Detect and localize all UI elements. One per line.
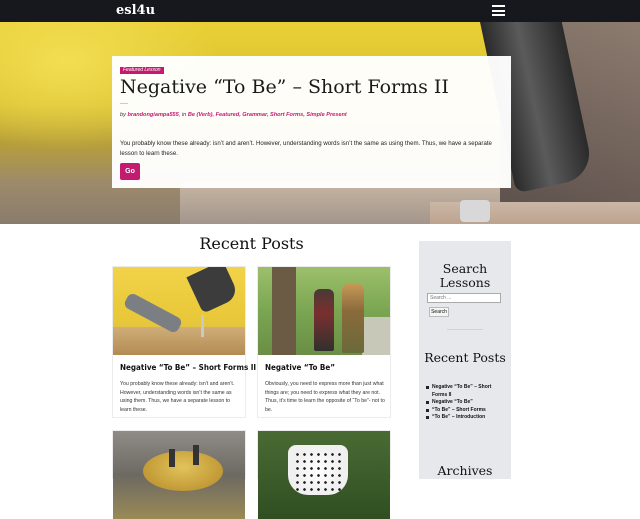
title-divider [120,103,128,104]
recent-posts-heading: Recent Posts [199,234,304,253]
post-title[interactable]: Negative “To Be” [265,363,335,372]
recent-posts-list: Negative “To Be” – Short Forms II Negati… [426,384,508,422]
list-item[interactable]: “To Be” – Short Forms [426,407,508,415]
list-item[interactable]: “To Be” – Introduction [426,414,508,422]
featured-title[interactable]: Negative “To Be” – Short Forms II [120,76,449,98]
post-thumbnail[interactable] [258,267,390,355]
go-button[interactable]: Go [120,163,140,180]
category-links[interactable]: Be (Verb), Featured, Grammar, Short Form… [188,112,347,118]
post-card[interactable]: Negative “To Be” – Short Forms II You pr… [112,266,256,418]
featured-excerpt: You probably know these already: isn’t a… [120,140,492,157]
search-input[interactable] [427,293,501,303]
post-thumbnail[interactable] [113,267,245,355]
site-title[interactable]: esl4u [116,3,155,18]
post-card[interactable]: Negative “To Be” Obviously, you need to … [257,266,391,418]
search-widget-title: Search Lessons [439,261,491,290]
archives-widget-title: Archives [437,463,493,478]
featured-badge: Featured Lesson [120,67,164,74]
post-excerpt: Obviously, you need to express more than… [265,381,385,413]
post-card[interactable] [257,430,391,519]
list-item[interactable]: Negative “To Be” – Short Forms II [426,384,508,399]
post-card[interactable] [112,430,246,519]
post-thumbnail[interactable] [113,431,245,519]
recent-widget-title: Recent Posts [424,350,506,365]
widget-divider [447,329,483,330]
post-excerpt: You probably know these already: isn’t a… [120,381,235,413]
post-title[interactable]: Negative “To Be” – Short Forms II [120,363,256,372]
featured-card: Featured Lesson Negative “To Be” – Short… [112,56,511,188]
author-link[interactable]: brandongiampa555 [127,112,178,118]
hamburger-icon[interactable] [492,5,505,16]
top-bar: esl4u [0,0,640,22]
list-item[interactable]: Negative “To Be” [426,399,508,407]
search-button[interactable]: Search [429,307,449,317]
sidebar: Search Lessons Search Recent Posts Negat… [419,241,511,479]
post-thumbnail[interactable] [258,431,390,519]
featured-meta: by brandongiampa555, in Be (Verb), Featu… [120,112,347,118]
